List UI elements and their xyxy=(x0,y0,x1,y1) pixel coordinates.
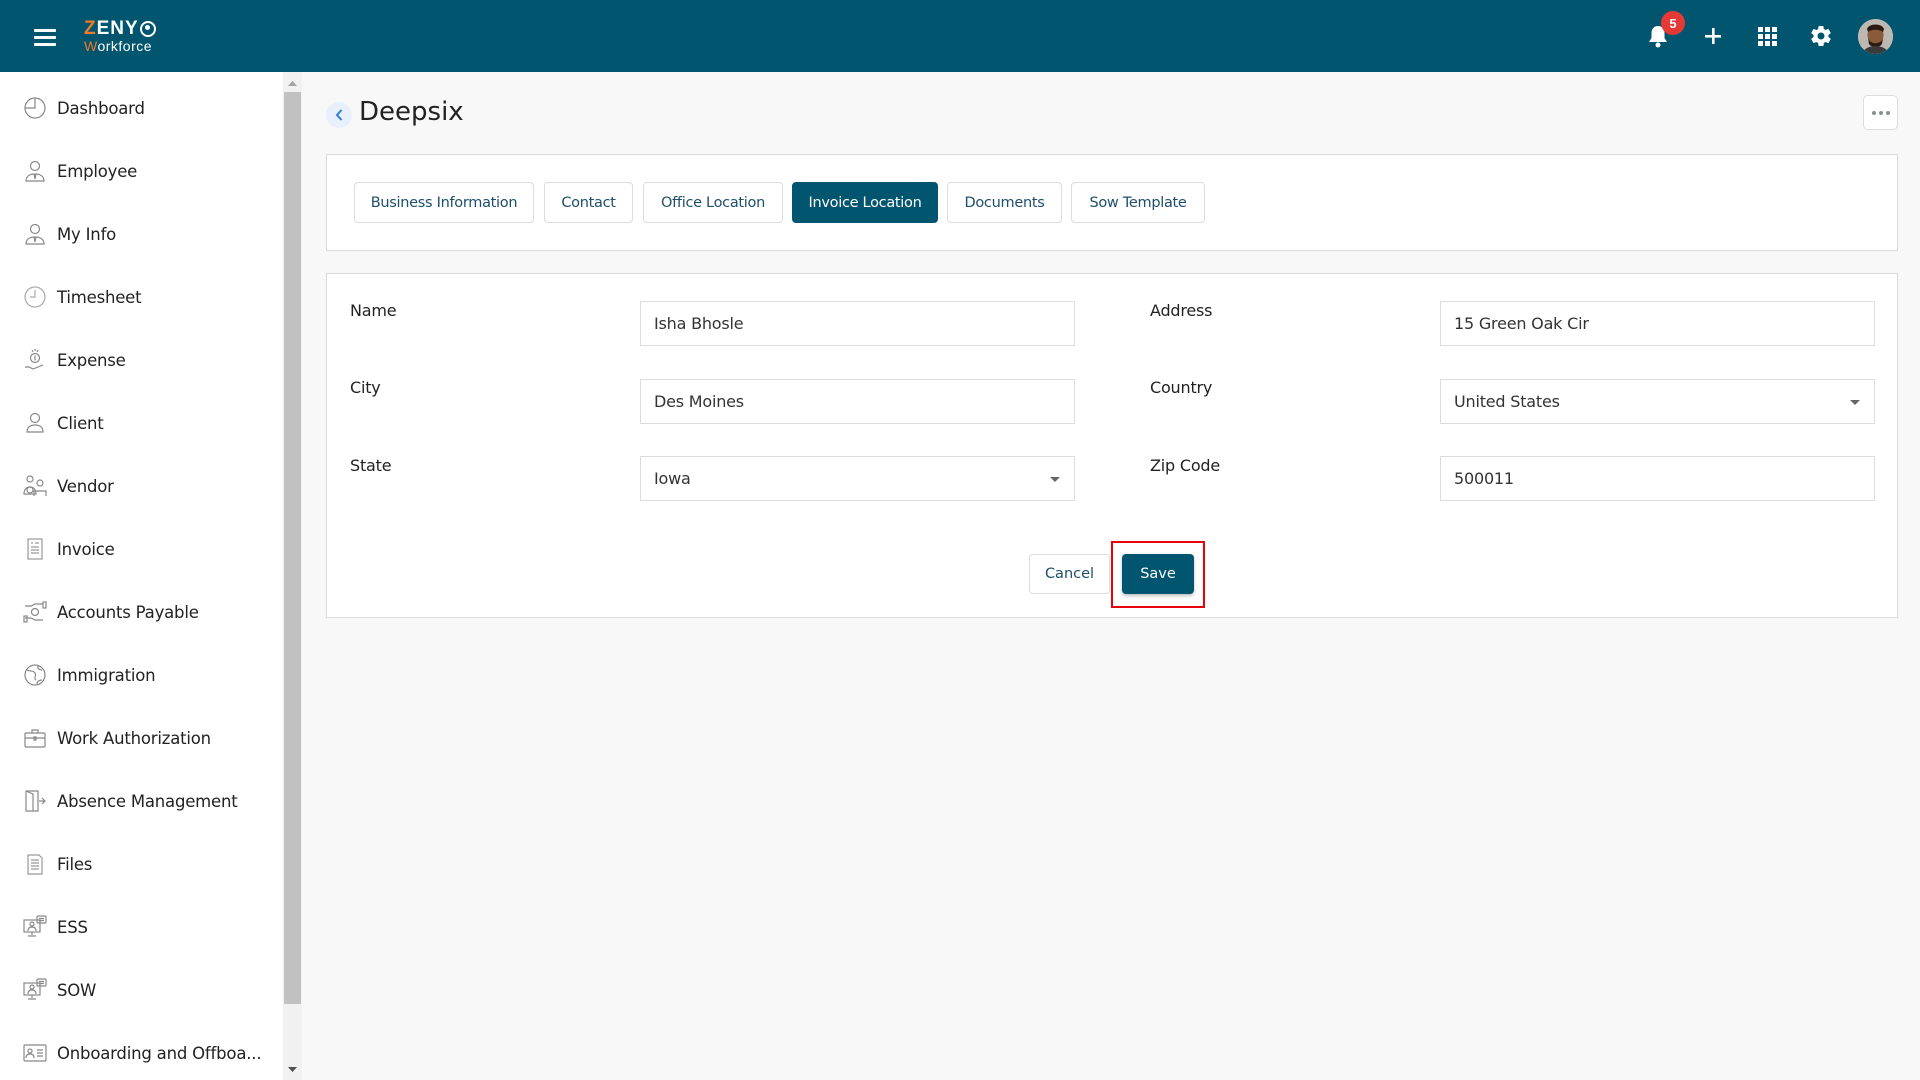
chevron-down-icon xyxy=(1050,477,1060,482)
tab-contact[interactable]: Contact xyxy=(544,182,633,223)
sidebar-item-label: My Info xyxy=(57,224,117,244)
address-input[interactable]: 15 Green Oak Cir xyxy=(1440,301,1875,346)
sidebar-item-work-authorization[interactable]: Work Authorization xyxy=(0,713,283,763)
sidebar-item-label: Employee xyxy=(57,161,138,181)
name-input[interactable]: Isha Bhosle xyxy=(640,301,1075,346)
scroll-up-arrow-icon[interactable] xyxy=(284,74,301,92)
expense-hand-coin-icon xyxy=(22,347,48,373)
chevron-left-icon xyxy=(335,109,343,121)
sidebar-item-label: Immigration xyxy=(57,665,156,685)
briefcase-icon xyxy=(22,725,48,751)
ess-monitor-icon xyxy=(22,914,48,940)
employee-icon xyxy=(22,158,48,184)
invoice-icon xyxy=(22,536,48,562)
tab-sow-template[interactable]: Sow Template xyxy=(1071,182,1205,223)
country-select-value: United States xyxy=(1454,392,1560,411)
sidebar-item-accounts-payable[interactable]: Accounts Payable xyxy=(0,587,283,637)
dot xyxy=(1885,110,1890,115)
sidebar-item-sow[interactable]: SOW xyxy=(0,965,283,1015)
sidebar: Dashboard Employee My Info Timesheet Exp… xyxy=(0,72,283,1080)
sidebar-item-immigration[interactable]: Immigration xyxy=(0,650,283,700)
sidebar-item-label: Dashboard xyxy=(57,98,145,118)
back-button[interactable] xyxy=(326,102,352,128)
tab-office-location[interactable]: Office Location xyxy=(643,182,783,223)
sidebar-item-label: Absence Management xyxy=(57,791,238,811)
state-select[interactable]: Iowa xyxy=(640,456,1075,501)
sidebar-item-absence-management[interactable]: Absence Management xyxy=(0,776,283,826)
sidebar-item-dashboard[interactable]: Dashboard xyxy=(0,83,283,133)
logo[interactable]: Z ENY Workforce xyxy=(84,19,156,53)
top-header: Z ENY Workforce 5 xyxy=(0,0,1920,72)
country-select[interactable]: United States xyxy=(1440,379,1875,424)
id-card-icon xyxy=(22,1040,48,1066)
tab-invoice-location[interactable]: Invoice Location xyxy=(792,182,938,223)
sow-monitor-icon xyxy=(22,977,48,1003)
save-button[interactable]: Save xyxy=(1122,554,1194,594)
sidebar-scrollbar-thumb[interactable] xyxy=(284,92,301,1004)
apps-grid-icon[interactable] xyxy=(1751,20,1783,52)
city-input[interactable]: Des Moines xyxy=(640,379,1075,424)
state-label: State xyxy=(350,456,392,475)
sidebar-item-my-info[interactable]: My Info xyxy=(0,209,283,259)
zip-code-label: Zip Code xyxy=(1150,456,1221,475)
file-icon xyxy=(22,851,48,877)
sidebar-item-label: Work Authorization xyxy=(57,728,211,748)
more-options-button[interactable] xyxy=(1863,95,1898,130)
sidebar-item-vendor[interactable]: Vendor xyxy=(0,461,283,511)
sidebar-item-label: Timesheet xyxy=(57,287,142,307)
dot xyxy=(1871,110,1876,115)
tab-business-information[interactable]: Business Information xyxy=(354,182,534,223)
avatar[interactable] xyxy=(1858,19,1893,54)
city-label: City xyxy=(350,378,381,397)
sidebar-item-label: Invoice xyxy=(57,539,115,559)
sidebar-item-expense[interactable]: Expense xyxy=(0,335,283,385)
tab-documents[interactable]: Documents xyxy=(947,182,1062,223)
exit-door-icon xyxy=(22,788,48,814)
sidebar-item-label: Onboarding and Offboa... xyxy=(57,1043,262,1063)
gear-icon[interactable] xyxy=(1805,20,1837,52)
chevron-down-icon xyxy=(1850,400,1860,405)
sidebar-item-label: Vendor xyxy=(57,476,114,496)
accounts-payable-icon xyxy=(22,599,48,625)
sidebar-item-ess[interactable]: ESS xyxy=(0,902,283,952)
plus-icon[interactable] xyxy=(1697,20,1729,52)
sidebar-item-label: ESS xyxy=(57,917,88,937)
sidebar-item-label: Client xyxy=(57,413,104,433)
scroll-down-arrow-icon[interactable] xyxy=(284,1060,301,1078)
dot xyxy=(1878,110,1883,115)
menu-icon[interactable] xyxy=(34,29,56,46)
invoice-location-form: Name Isha Bhosle City Des Moines State I… xyxy=(326,273,1898,618)
notification-badge: 5 xyxy=(1661,11,1685,35)
sidebar-item-invoice[interactable]: Invoice xyxy=(0,524,283,574)
state-select-value: Iowa xyxy=(654,469,691,488)
sidebar-item-label: Expense xyxy=(57,350,126,370)
tabs-panel: Business Information Contact Office Loca… xyxy=(326,154,1898,251)
dashboard-pie-icon xyxy=(22,95,48,121)
sidebar-item-timesheet[interactable]: Timesheet xyxy=(0,272,283,322)
vendor-icon xyxy=(22,473,48,499)
address-label: Address xyxy=(1150,301,1213,320)
country-label: Country xyxy=(1150,378,1213,397)
name-label: Name xyxy=(350,301,397,320)
zip-code-input[interactable]: 500011 xyxy=(1440,456,1875,501)
sidebar-item-files[interactable]: Files xyxy=(0,839,283,889)
sidebar-item-label: SOW xyxy=(57,980,97,1000)
sidebar-item-onboarding[interactable]: Onboarding and Offboa... xyxy=(0,1028,283,1078)
sidebar-item-label: Accounts Payable xyxy=(57,602,199,622)
cancel-button[interactable]: Cancel xyxy=(1029,554,1110,594)
clock-icon xyxy=(22,284,48,310)
sidebar-item-label: Files xyxy=(57,854,93,874)
sidebar-item-client[interactable]: Client xyxy=(0,398,283,448)
page-title: Deepsix xyxy=(359,97,464,127)
globe-icon xyxy=(22,662,48,688)
my-info-icon xyxy=(22,221,48,247)
client-user-icon xyxy=(22,410,48,436)
sidebar-item-employee[interactable]: Employee xyxy=(0,146,283,196)
